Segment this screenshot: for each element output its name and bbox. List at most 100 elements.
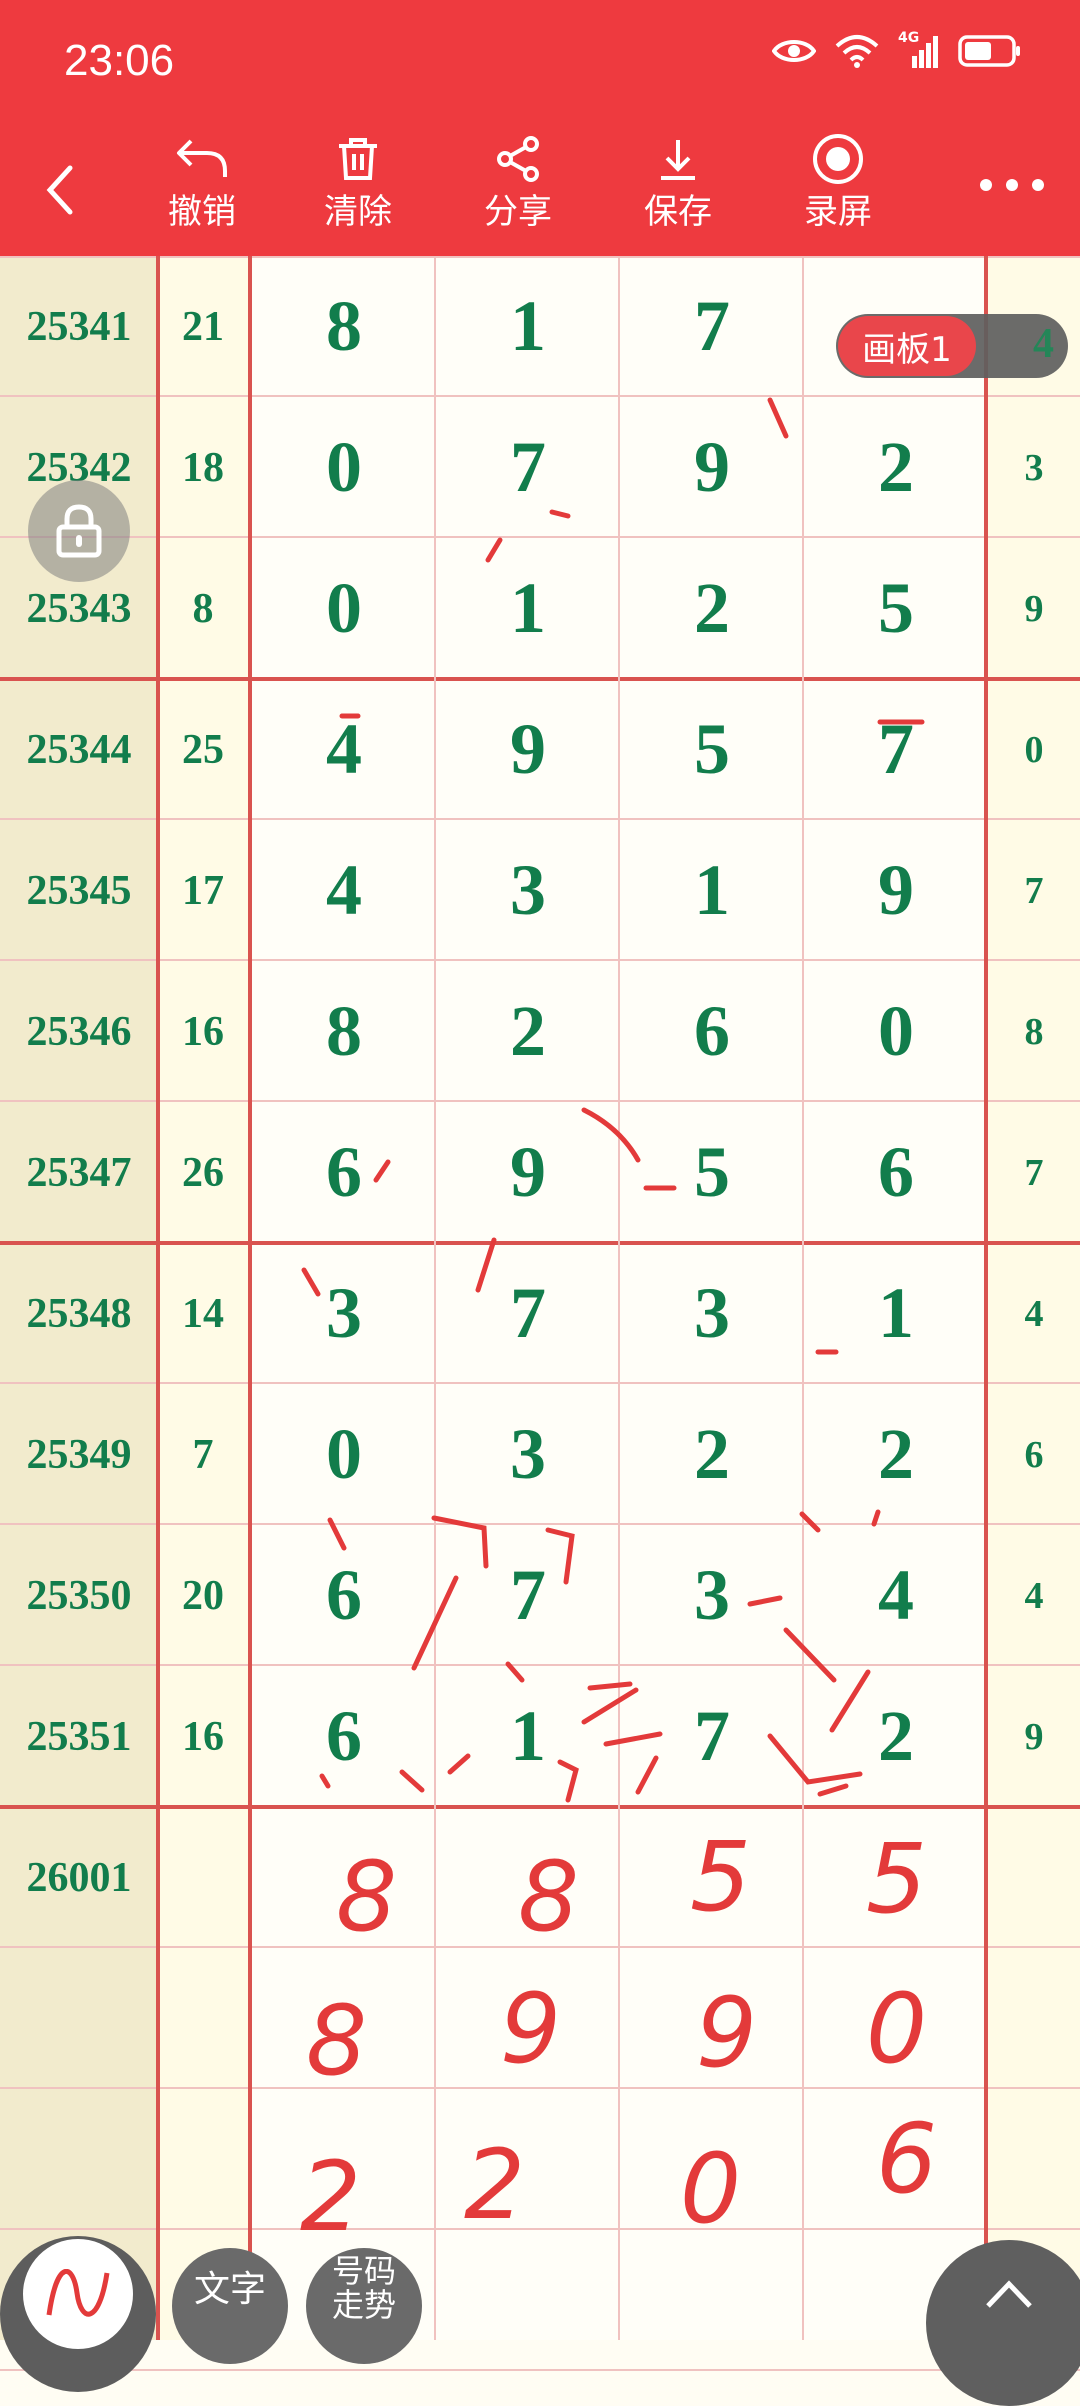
scroll-up-button[interactable] <box>926 2240 1080 2406</box>
board-selector[interactable]: 画板1 4 <box>836 314 1068 378</box>
digit-cell <box>436 2089 620 2230</box>
number-trend-button[interactable]: 号码走势 <box>306 2248 422 2364</box>
extra-cell: 9 <box>1024 587 1044 630</box>
sum-cell: 20 <box>182 1572 224 1619</box>
battery-icon <box>958 35 1020 67</box>
save-label: 保存 <box>644 192 712 232</box>
table-row: 25344 25 4 9 5 7 0 <box>0 679 1080 820</box>
wave-icon <box>46 2269 110 2317</box>
undo-label: 撤销 <box>168 192 236 232</box>
table-row: 26001 <box>0 1807 1080 1948</box>
period-cell: 25345 <box>26 867 132 914</box>
digit-cell <box>252 2089 436 2230</box>
share-label: 分享 <box>484 192 552 232</box>
extra-cell: 7 <box>1024 1151 1044 1194</box>
sum-cell: 16 <box>182 1713 224 1760</box>
digit-cell <box>436 2230 620 2371</box>
digit-cell <box>436 1948 620 2089</box>
sum-cell: 26 <box>182 1149 224 1196</box>
record-icon <box>813 134 863 184</box>
table-row: 25348 14 3 7 3 1 4 <box>0 1243 1080 1384</box>
extra-cell: 7 <box>1024 869 1044 912</box>
wifi-icon <box>835 35 879 68</box>
clear-label: 清除 <box>324 192 392 232</box>
digit-cell: 0 <box>326 568 362 648</box>
digit-cell: 2 <box>510 991 546 1071</box>
digit-cell <box>620 1807 804 1948</box>
pen-tool-button[interactable] <box>0 2236 156 2392</box>
digit-cell: 1 <box>510 1696 546 1776</box>
status-time: 23:06 <box>64 36 175 85</box>
sum-cell: 21 <box>182 303 224 350</box>
table-row: 25350 20 6 7 3 4 4 <box>0 1525 1080 1666</box>
period-cell: 25346 <box>26 1008 132 1055</box>
extra-cell: 6 <box>1024 1433 1044 1476</box>
extra-cell: 4 <box>1024 1292 1044 1335</box>
extra-cell <box>988 1807 1080 1948</box>
board-label[interactable]: 画板1 <box>838 316 976 376</box>
number-trend-label: 号码走势 <box>331 2252 396 2324</box>
period-cell <box>0 1948 158 2089</box>
record-button[interactable]: 录屏 <box>783 130 893 232</box>
more-dots-icon[interactable] <box>980 170 1050 200</box>
digit-cell: 7 <box>694 286 730 366</box>
digit-cell: 2 <box>878 1696 914 1776</box>
status-icons: 4G <box>772 30 1022 68</box>
table-row: 25345 17 4 3 1 9 7 <box>0 820 1080 961</box>
digit-cell: 2 <box>878 1414 914 1494</box>
digit-cell: 3 <box>694 1273 730 1353</box>
share-button[interactable]: 分享 <box>463 130 573 232</box>
sum-cell: 16 <box>182 1008 224 1055</box>
digit-cell: 4 <box>878 1555 914 1635</box>
table-row <box>0 2230 1080 2371</box>
digit-cell <box>804 1948 988 2089</box>
table-row: 25351 16 6 1 7 2 9 <box>0 1666 1080 1807</box>
digit-cell: 6 <box>878 1132 914 1212</box>
digit-cell <box>252 1807 436 1948</box>
period-cell <box>0 2089 158 2230</box>
period-cell: 25349 <box>26 1431 132 1478</box>
table-row: 25342 18 0 7 9 2 3 <box>0 397 1080 538</box>
digit-cell: 1 <box>878 1273 914 1353</box>
digit-cell: 9 <box>510 1132 546 1212</box>
digit-cell <box>620 2230 804 2371</box>
digit-cell: 6 <box>326 1696 362 1776</box>
back-chevron-icon[interactable] <box>40 160 80 220</box>
extra-cell: 0 <box>1024 728 1044 771</box>
digit-cell: 0 <box>326 427 362 507</box>
undo-button[interactable]: 撤销 <box>147 130 257 232</box>
sum-cell: 17 <box>182 867 224 914</box>
table-row: 25346 16 8 2 6 0 8 <box>0 961 1080 1102</box>
digit-cell: 6 <box>694 991 730 1071</box>
digit-cell: 1 <box>694 850 730 930</box>
digit-cell: 5 <box>694 1132 730 1212</box>
digit-cell: 9 <box>878 850 914 930</box>
digit-cell: 3 <box>694 1555 730 1635</box>
lock-button[interactable] <box>28 480 130 582</box>
digit-cell: 3 <box>510 1414 546 1494</box>
period-cell: 25350 <box>26 1572 132 1619</box>
text-tool-button[interactable]: 文字 <box>172 2248 288 2364</box>
period-cell: 25344 <box>26 726 132 773</box>
undo-icon <box>177 139 227 177</box>
digit-cell: 8 <box>326 286 362 366</box>
digit-cell: 6 <box>326 1555 362 1635</box>
save-button[interactable]: 保存 <box>623 130 733 232</box>
extra-cell: 3 <box>1024 446 1044 489</box>
digit-cell: 3 <box>326 1273 362 1353</box>
app-header: 23:06 4G 撤销 清除 分享 保存 录屏 <box>0 0 1080 256</box>
clear-button[interactable]: 清除 <box>303 130 413 232</box>
digit-cell <box>436 1807 620 1948</box>
digit-cell: 9 <box>510 709 546 789</box>
digit-cell <box>804 2089 988 2230</box>
extra-cell: 4 <box>1024 1574 1044 1617</box>
board-peek-digit: 4 <box>1033 321 1054 367</box>
table-row: 25343 8 0 1 2 5 9 <box>0 538 1080 679</box>
lottery-grid: 25341 21 8 1 7 25342 18 0 7 9 2 3 25343 8 0 1 2 5 9 25344 25… <box>0 256 1080 2371</box>
extra-cell <box>988 2089 1080 2230</box>
sum-cell: 8 <box>192 585 214 632</box>
extra-cell <box>988 1948 1080 2089</box>
sum-cell: 7 <box>192 1431 214 1478</box>
digit-cell: 5 <box>694 709 730 789</box>
record-label: 录屏 <box>804 192 872 232</box>
